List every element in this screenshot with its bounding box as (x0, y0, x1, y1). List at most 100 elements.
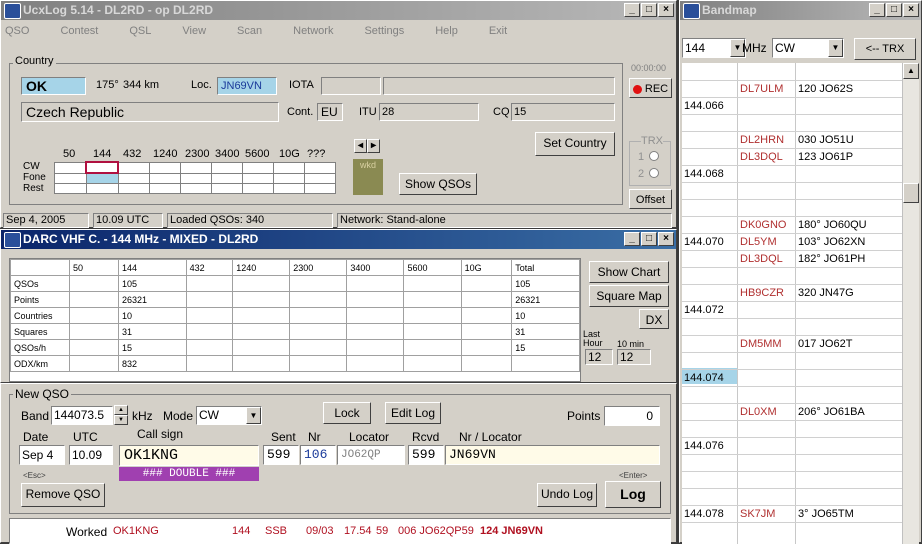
spin-down-icon[interactable]: ▼ (114, 415, 128, 425)
bandmap-row[interactable]: 144.078 SK7JM 3° JO65TM (682, 507, 902, 523)
minimize-icon[interactable]: _ (624, 232, 640, 246)
bandmap-call[interactable]: DL0XM (740, 406, 777, 418)
minimize-icon[interactable]: _ (624, 3, 640, 17)
menu-exit[interactable]: Exit (489, 25, 507, 37)
bandmap-row[interactable]: 144.076 (682, 439, 902, 455)
close-icon[interactable]: × (658, 3, 674, 17)
bandmap-row[interactable]: DM5MM 017 JO62T (682, 337, 902, 353)
trx2-radio[interactable] (649, 168, 659, 178)
undo-log-button[interactable]: Undo Log (537, 483, 597, 507)
dx-button[interactable]: DX (639, 309, 669, 329)
menu-network[interactable]: Network (293, 25, 333, 37)
bandmap-row[interactable]: DL2HRN 030 JO51U (682, 133, 902, 149)
locator-field[interactable]: JN69VN (217, 77, 277, 95)
bandmap-row[interactable]: DL7ULM 120 JO62S (682, 82, 902, 98)
trx-button[interactable]: <-- TRX (854, 38, 916, 60)
iota-field[interactable] (321, 77, 381, 95)
date-field[interactable]: Sep 4 (19, 445, 65, 465)
nr-field[interactable]: 106 (300, 445, 336, 465)
bandmap-row[interactable] (682, 456, 902, 472)
bandmap-call[interactable]: DL3DQL (740, 253, 783, 265)
minimize-icon[interactable]: _ (869, 3, 885, 17)
bandmap-row[interactable] (682, 490, 902, 506)
bandmap-call[interactable]: HB9CZR (740, 287, 784, 299)
band-field[interactable]: 144073.5 (51, 406, 113, 425)
menu-settings[interactable]: Settings (364, 25, 404, 37)
bandmap-row[interactable]: DL3DQL 123 JO61P (682, 150, 902, 166)
square-map-button[interactable]: Square Map (589, 285, 669, 307)
menu-scan[interactable]: Scan (237, 25, 262, 37)
bandmap-row[interactable] (682, 354, 902, 370)
log-button[interactable]: Log (605, 481, 661, 508)
bandmap-row[interactable] (682, 184, 902, 200)
bandmap-call[interactable]: DM5MM (740, 338, 782, 350)
bandmap-row[interactable] (682, 422, 902, 438)
bandmap-scrollbar[interactable]: ▲ (902, 63, 919, 544)
bandmap-row[interactable]: 144.070 DL5YM 103° JO62XN (682, 235, 902, 251)
bandmap-row[interactable] (682, 201, 902, 217)
bandmap-row[interactable]: DL3DQL 182° JO61PH (682, 252, 902, 268)
menu-contest[interactable]: Contest (60, 25, 98, 37)
close-icon[interactable]: × (658, 232, 674, 246)
bandmap-call[interactable]: DL7ULM (740, 83, 783, 95)
bandmap-row[interactable] (682, 473, 902, 489)
bandmap-row[interactable]: 144.074 (682, 371, 902, 387)
set-country-button[interactable]: Set Country (535, 132, 615, 156)
scroll-up-icon[interactable]: ▲ (903, 63, 919, 79)
bandmap-row[interactable]: HB9CZR 320 JN47G (682, 286, 902, 302)
edit-log-button[interactable]: Edit Log (385, 402, 441, 424)
bandmap-row[interactable] (682, 320, 902, 336)
lock-button[interactable]: Lock (323, 402, 371, 424)
show-qsos-button[interactable]: Show QSOs (399, 173, 477, 195)
prefix-field[interactable]: OK (21, 77, 86, 95)
offset-button[interactable]: Offset (629, 189, 672, 209)
rec-button[interactable]: REC (629, 78, 672, 98)
arrow-right-icon[interactable]: ▸ (367, 139, 380, 153)
bandmap-row[interactable]: 144.068 (682, 167, 902, 183)
arrow-left-icon[interactable]: ◂ (354, 139, 367, 153)
spin-up-icon[interactable]: ▲ (114, 405, 128, 415)
sent-field[interactable]: 599 (263, 445, 299, 465)
callsign-input[interactable]: OK1KNG (119, 445, 259, 466)
bandmap-band-select[interactable]: 144 ▼ (682, 38, 746, 58)
rcvd-field[interactable]: 599 (408, 445, 444, 465)
contest-title-bar[interactable]: DARC VHF C. - 144 MHz - MIXED - DL2RD _ … (1, 230, 676, 249)
menu-bar: QSO Contest QSL View Scan Network Settin… (1, 21, 676, 41)
chevron-down-icon[interactable]: ▼ (828, 39, 843, 57)
bandmap-call[interactable]: DK0GNO (740, 219, 786, 231)
maximize-icon[interactable]: □ (886, 3, 902, 17)
bandmap-row[interactable] (682, 269, 902, 285)
bandmap-row[interactable]: 144.066 (682, 99, 902, 115)
maximize-icon[interactable]: □ (641, 3, 657, 17)
mode-select[interactable]: CW ▼ (196, 406, 262, 425)
close-icon[interactable]: × (903, 3, 919, 17)
bandmap-call[interactable]: DL5YM (740, 236, 777, 248)
utc-field[interactable]: 10.09 (69, 445, 113, 465)
scroll-thumb[interactable] (903, 183, 919, 203)
bandmap-row[interactable]: DK0GNO 180° JO60QU (682, 218, 902, 234)
remove-qso-button[interactable]: Remove QSO (21, 483, 105, 507)
menu-qsl[interactable]: QSL (129, 25, 151, 37)
main-title-bar[interactable]: UcxLog 5.14 - DL2RD - op DL2RD _ □ × (1, 1, 676, 20)
bandmap-row[interactable]: DL0XM 206° JO61BA (682, 405, 902, 421)
bandmap-row[interactable] (682, 116, 902, 132)
bandmap-mode-select[interactable]: CW ▼ (772, 38, 844, 58)
bandmap-call[interactable]: SK7JM (740, 508, 775, 520)
band-spinner[interactable]: ▲ ▼ (114, 405, 128, 426)
menu-help[interactable]: Help (435, 25, 458, 37)
bandmap-call[interactable]: DL2HRN (740, 134, 784, 146)
show-chart-button[interactable]: Show Chart (589, 261, 669, 283)
rcvd-nrloc-field[interactable]: JN69VN (445, 445, 660, 465)
menu-view[interactable]: View (182, 25, 206, 37)
maximize-icon[interactable]: □ (641, 232, 657, 246)
bandmap-call[interactable]: DL3DQL (740, 151, 783, 163)
sent-locator-field[interactable]: JO62QP (337, 445, 405, 465)
bandmap-title-bar[interactable]: Bandmap _ □ × (680, 1, 921, 20)
bandmap-row[interactable]: 144.072 (682, 303, 902, 319)
trx1-radio[interactable] (649, 151, 659, 161)
bandmap-row[interactable] (682, 65, 902, 81)
chevron-down-icon[interactable]: ▼ (246, 407, 261, 424)
bandmap-info: 123 JO61P (798, 151, 854, 163)
bandmap-row[interactable] (682, 388, 902, 404)
menu-qso[interactable]: QSO (5, 25, 29, 37)
